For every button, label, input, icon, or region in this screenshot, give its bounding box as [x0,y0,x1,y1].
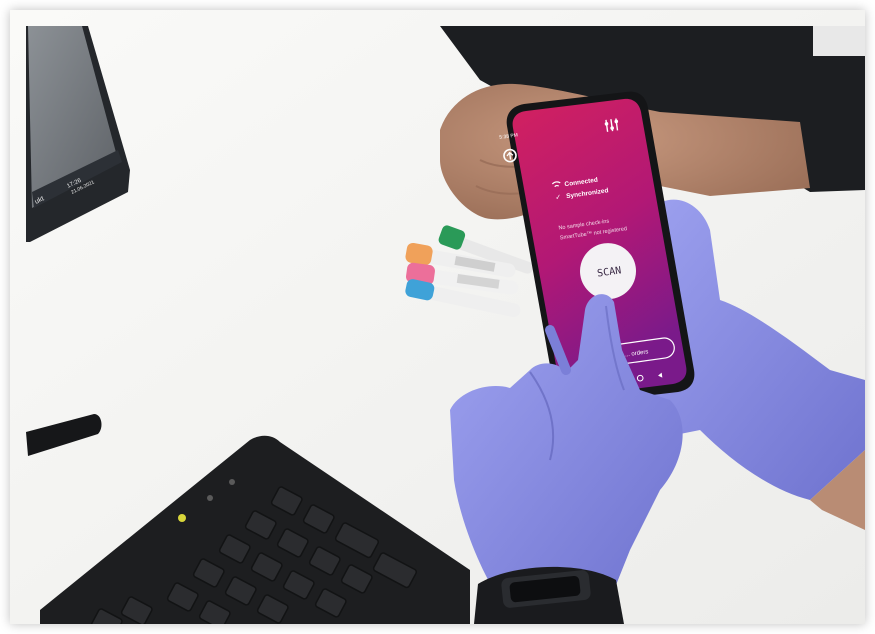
photo-frame: ukt 17:26 21.06.2021 5:38 PM Connected ✓… [10,10,865,624]
background-wall [813,26,865,56]
check-icon: ✓ [555,194,562,202]
keyboard-led [178,514,186,522]
lab-scene-photo: ukt 17:26 21.06.2021 5:38 PM Connected ✓… [10,10,865,624]
